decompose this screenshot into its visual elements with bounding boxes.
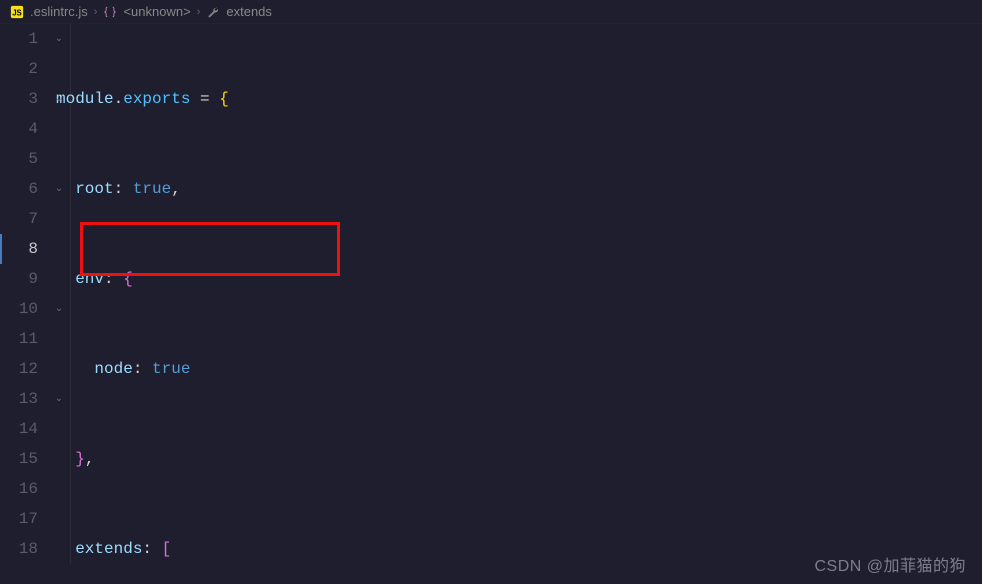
line-number: 7 — [0, 204, 38, 234]
code-line[interactable]: }, — [56, 444, 982, 474]
code-line[interactable]: node: true — [56, 354, 982, 384]
line-number: 18 — [0, 534, 38, 564]
chevron-right-icon: › — [94, 6, 98, 18]
line-number: 15 — [0, 444, 38, 474]
code-line[interactable]: root: true, — [56, 174, 982, 204]
line-number: 1 — [0, 24, 38, 54]
fold-chevron-icon[interactable]: ⌄ — [52, 174, 66, 204]
code-editor[interactable]: ⌄ ⌄ ⌄ ⌄ ⌄ 1 2 3 4 5 6 7 8 9 10 11 12 13 … — [0, 24, 982, 584]
breadcrumb-file[interactable]: .eslintrc.js — [30, 4, 88, 19]
line-number: 5 — [0, 144, 38, 174]
breadcrumb-segment[interactable]: extends — [226, 4, 272, 19]
line-number: 14 — [0, 414, 38, 444]
line-number: 16 — [0, 474, 38, 504]
line-number: 6 — [0, 174, 38, 204]
code-line[interactable]: extends: [ — [56, 534, 982, 564]
wrench-icon — [206, 4, 220, 19]
svg-text:JS: JS — [12, 9, 22, 18]
line-number: 4 — [0, 114, 38, 144]
fold-chevron-icon[interactable]: ⌄ — [52, 24, 66, 54]
fold-chevron-icon[interactable]: ⌄ — [52, 294, 66, 324]
line-number: 2 — [0, 54, 38, 84]
js-file-icon: JS — [10, 4, 24, 19]
line-number: 13 — [0, 384, 38, 414]
fold-chevron-icon[interactable]: ⌄ — [52, 84, 66, 114]
chevron-right-icon: › — [197, 6, 201, 18]
braces-icon — [103, 4, 117, 19]
code-area[interactable]: module.exports = { root: true, env: { no… — [56, 24, 982, 584]
fold-chevron-icon[interactable]: ⌄ — [52, 384, 66, 414]
line-number: 12 — [0, 354, 38, 384]
line-number: 10 — [0, 294, 38, 324]
breadcrumb[interactable]: JS .eslintrc.js › <unknown> › extends — [0, 0, 982, 24]
code-line[interactable]: env: { — [56, 264, 982, 294]
breadcrumb-segment[interactable]: <unknown> — [123, 4, 190, 19]
line-number: 3 — [0, 84, 38, 114]
line-number: 11 — [0, 324, 38, 354]
line-number-gutter: 1 2 3 4 5 6 7 8 9 10 11 12 13 14 15 16 1… — [0, 24, 56, 584]
code-line[interactable]: module.exports = { — [56, 84, 982, 114]
line-number: 17 — [0, 504, 38, 534]
line-number: 9 — [0, 264, 38, 294]
